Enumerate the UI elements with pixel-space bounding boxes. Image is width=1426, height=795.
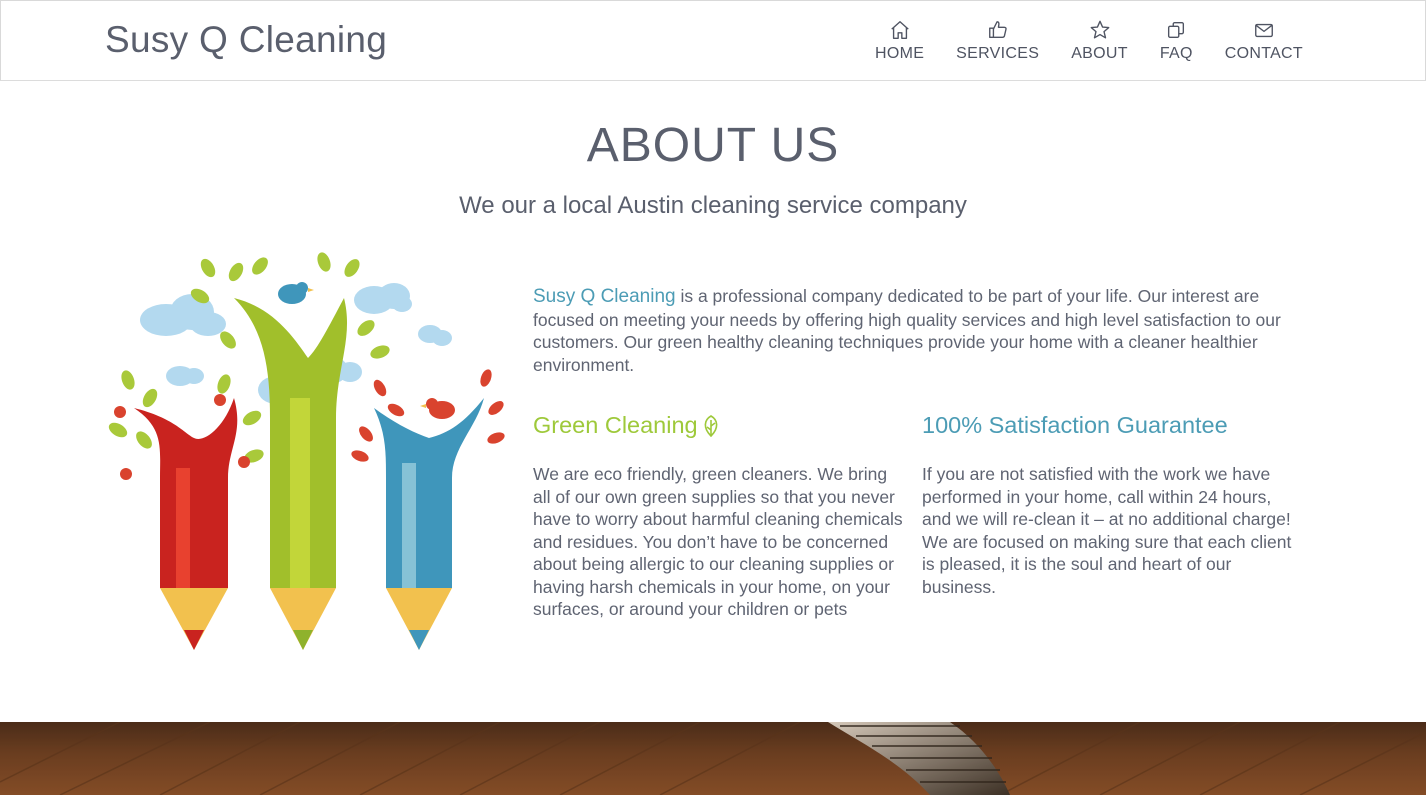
floor-texture xyxy=(0,722,1426,795)
satisfaction-guarantee-heading: 100% Satisfaction Guarantee xyxy=(922,412,1228,438)
nav-services[interactable]: SERVICES xyxy=(956,19,1039,63)
brand-logo-link[interactable]: Susy Q Cleaning xyxy=(105,19,387,61)
nav-services-label: SERVICES xyxy=(956,45,1040,62)
leaf-icon xyxy=(704,414,718,437)
nav-home-label: HOME xyxy=(874,45,925,62)
nav-contact-label: CONTACT xyxy=(1224,45,1303,62)
nav-home[interactable]: HOME xyxy=(875,19,924,63)
green-cleaning-title: Green Cleaning xyxy=(533,412,698,438)
copy-icon xyxy=(1168,21,1185,39)
wood-floor-rug-photo xyxy=(0,722,1426,795)
nav-about-label: ABOUT xyxy=(1071,45,1128,62)
page-subtitle: We our a local Austin cleaning service c… xyxy=(459,192,967,219)
site-header: Susy Q Cleaning HOME SERVICES ABOUT FAQ xyxy=(0,0,1426,81)
green-cleaning-text: We are eco friendly, green cleaners. We … xyxy=(533,464,903,619)
pencil-trees-illustration xyxy=(108,252,505,650)
star-icon xyxy=(1090,20,1109,39)
thumbs-up-icon xyxy=(988,21,1007,39)
intro-brand-name: Susy Q Cleaning xyxy=(533,286,676,307)
satisfaction-guarantee-text: If you are not satisfied with the work w… xyxy=(922,464,1292,597)
intro-paragraph: Susy Q Cleaning is a professional compan… xyxy=(533,285,1303,376)
main-nav: HOME SERVICES ABOUT FAQ CONTACT xyxy=(875,19,1303,63)
nav-faq[interactable]: FAQ xyxy=(1160,19,1193,63)
nav-about[interactable]: ABOUT xyxy=(1071,19,1128,63)
envelope-icon xyxy=(1254,23,1273,38)
nav-contact[interactable]: CONTACT xyxy=(1225,19,1303,63)
green-cleaning-heading: Green Cleaning xyxy=(533,412,722,439)
nav-faq-label: FAQ xyxy=(1159,45,1193,62)
home-icon xyxy=(890,21,909,39)
page-title: ABOUT US xyxy=(586,119,840,172)
